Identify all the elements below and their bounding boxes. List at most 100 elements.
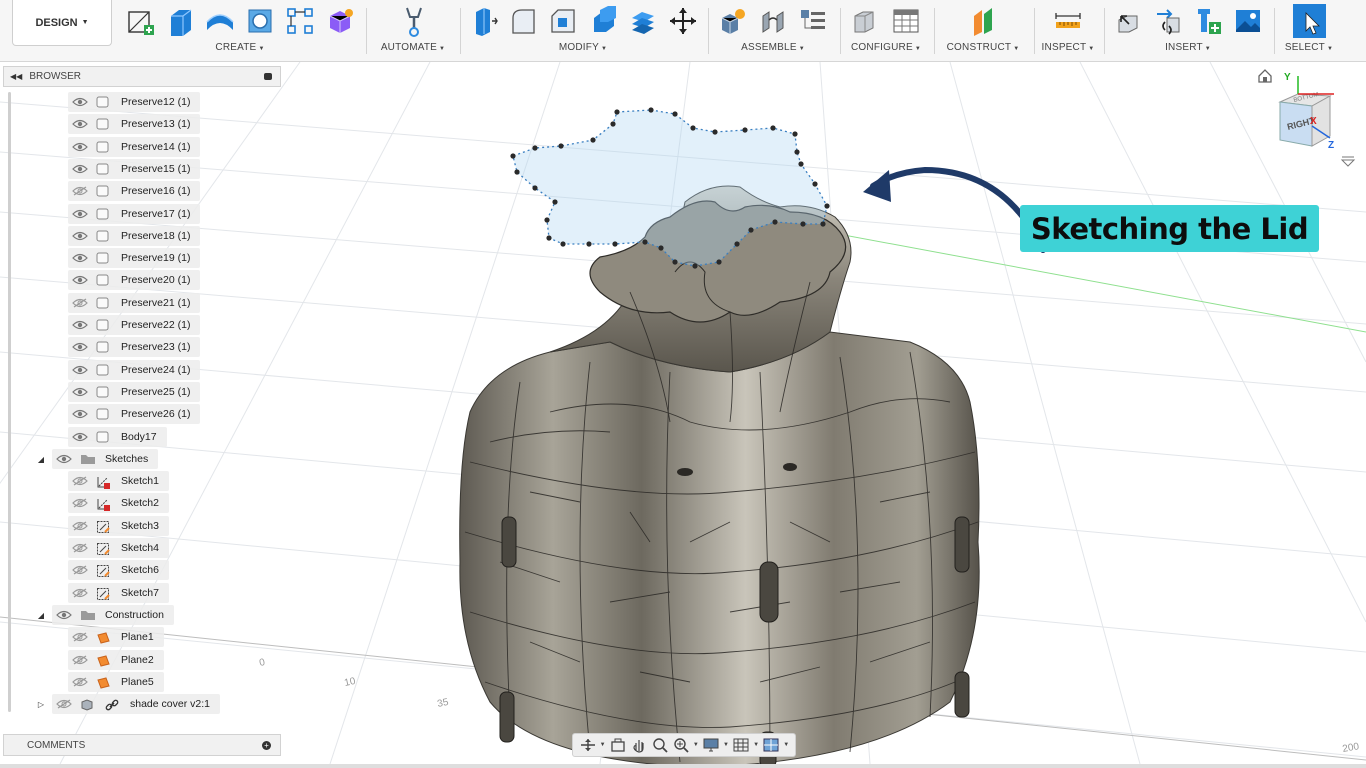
hidden-eye-icon[interactable] (72, 298, 88, 308)
tree-row-pill[interactable]: Preserve26 (1) (68, 404, 201, 424)
chevron-down-icon[interactable]: ▼ (693, 737, 699, 753)
expand-arrow-icon[interactable]: ▷ (36, 700, 46, 709)
hidden-eye-icon[interactable] (72, 565, 88, 575)
hidden-eye-icon[interactable] (72, 498, 88, 508)
visibility-eye-icon[interactable] (72, 97, 88, 107)
tree-row-pill[interactable]: Preserve21 (1) (68, 293, 201, 313)
automate-group[interactable]: AUTOMATE ▼ (372, 0, 454, 58)
hidden-eye-icon[interactable] (56, 699, 72, 709)
tree-row-pill[interactable]: Sketch4 (68, 538, 169, 558)
tree-row-pill[interactable]: Preserve20 (1) (68, 270, 201, 290)
browser-body-item[interactable]: Preserve20 (1) (68, 270, 201, 290)
tree-row-pill[interactable]: Plane5 (68, 672, 164, 692)
inspect-group[interactable]: INSPECT ▼ (1038, 0, 1098, 58)
tree-row-pill[interactable]: Sketch1 (68, 471, 169, 491)
shell-icon[interactable] (586, 4, 620, 38)
offset-plane-icon[interactable] (966, 4, 1000, 38)
insert-derive-icon[interactable] (1111, 4, 1145, 38)
workspace-switcher[interactable]: DESIGN ▼ (12, 0, 112, 46)
orbit-icon[interactable] (579, 737, 597, 753)
tree-row-pill[interactable]: Body17 (68, 427, 167, 447)
visibility-eye-icon[interactable] (72, 432, 88, 442)
tree-row-pill[interactable]: Preserve14 (1) (68, 137, 201, 157)
press-pull-icon[interactable] (466, 4, 500, 38)
tree-row-pill[interactable]: Sketch3 (68, 516, 169, 536)
grid-settings-icon[interactable] (732, 737, 750, 753)
visibility-eye-icon[interactable] (72, 119, 88, 129)
browser-sketch-item[interactable]: Sketch2 (68, 493, 169, 513)
visibility-eye-icon[interactable] (56, 454, 72, 464)
tree-row-pill[interactable]: Sketch7 (68, 583, 169, 603)
browser-body-item[interactable]: Preserve17 (1) (68, 204, 201, 224)
configurations-table-icon[interactable] (889, 4, 923, 38)
display-settings-icon[interactable] (702, 737, 720, 753)
fillet-icon[interactable] (506, 4, 540, 38)
browser-folder-construction[interactable]: ◢ Construction (36, 605, 174, 625)
browser-body-item[interactable]: Preserve13 (1) (68, 114, 201, 134)
visibility-eye-icon[interactable] (72, 365, 88, 375)
move-icon[interactable] (666, 4, 700, 38)
hidden-eye-icon[interactable] (72, 655, 88, 665)
tree-row-pill[interactable]: Sketch2 (68, 493, 169, 513)
browser-body-item[interactable]: Preserve18 (1) (68, 226, 201, 246)
browser-body-item[interactable]: Preserve16 (1) (68, 181, 201, 201)
pattern-icon[interactable] (283, 4, 317, 38)
insert-mcmaster-icon[interactable] (1191, 4, 1225, 38)
browser-body-item[interactable]: Preserve24 (1) (68, 360, 201, 380)
look-at-icon[interactable] (609, 737, 627, 753)
tree-row-pill[interactable]: Preserve24 (1) (68, 360, 201, 380)
fit-icon[interactable] (672, 737, 690, 753)
chamfer-icon[interactable] (546, 4, 580, 38)
visibility-eye-icon[interactable] (72, 209, 88, 219)
tree-row-pill[interactable]: Preserve25 (1) (68, 382, 201, 402)
visibility-eye-icon[interactable] (72, 142, 88, 152)
viewcube[interactable]: RIGHT BOTTOM Y X Z (1254, 66, 1364, 170)
joint-icon[interactable] (756, 4, 790, 38)
visibility-eye-icon[interactable] (72, 275, 88, 285)
visibility-eye-icon[interactable] (72, 253, 88, 263)
measure-icon[interactable] (1051, 4, 1085, 38)
tree-row-pill[interactable]: shade cover v2:1 (52, 694, 220, 714)
assemble-group[interactable]: ASSEMBLE ▼ (712, 0, 834, 58)
tree-row-pill[interactable]: Preserve13 (1) (68, 114, 201, 134)
construct-group[interactable]: CONSTRUCT ▼ (938, 0, 1028, 58)
create-sketch-icon[interactable] (123, 4, 157, 38)
hidden-eye-icon[interactable] (72, 543, 88, 553)
browser-body-item[interactable]: Preserve15 (1) (68, 159, 201, 179)
collapse-panel-icon[interactable]: ◀◀ (10, 72, 22, 81)
hidden-eye-icon[interactable] (72, 588, 88, 598)
tree-row-pill[interactable]: Preserve16 (1) (68, 181, 201, 201)
tree-row-pill[interactable]: Plane1 (68, 627, 164, 647)
insert-group[interactable]: INSERT ▼ (1108, 0, 1268, 58)
browser-body-item[interactable]: Preserve25 (1) (68, 382, 201, 402)
visibility-eye-icon[interactable] (56, 610, 72, 620)
split-body-icon[interactable] (626, 4, 660, 38)
tree-row-pill[interactable]: Sketches (52, 449, 159, 469)
chevron-down-icon[interactable]: ▼ (783, 737, 789, 753)
browser-body-item[interactable]: Preserve14 (1) (68, 137, 201, 157)
chevron-down-icon[interactable]: ▼ (600, 737, 606, 753)
visibility-eye-icon[interactable] (72, 320, 88, 330)
pan-icon[interactable] (630, 737, 648, 753)
visibility-eye-icon[interactable] (72, 409, 88, 419)
browser-sketch-item[interactable]: Sketch6 (68, 560, 169, 580)
hidden-eye-icon[interactable] (72, 632, 88, 642)
chevron-down-icon[interactable]: ▼ (753, 737, 759, 753)
collapse-arrow-icon[interactable]: ◢ (36, 455, 46, 464)
zoom-icon[interactable] (651, 737, 669, 753)
hidden-eye-icon[interactable] (72, 677, 88, 687)
browser-body-item[interactable]: Preserve26 (1) (68, 404, 201, 424)
visibility-eye-icon[interactable] (72, 231, 88, 241)
browser-body-item[interactable]: Preserve23 (1) (68, 337, 201, 357)
revolve-icon[interactable] (203, 4, 237, 38)
automate-icon[interactable] (396, 4, 430, 38)
component-table-icon[interactable] (796, 4, 830, 38)
tree-row-pill[interactable]: Construction (52, 605, 174, 625)
modify-group[interactable]: MODIFY ▼ (464, 0, 702, 58)
browser-sketch-item[interactable]: Sketch4 (68, 538, 169, 558)
browser-sketch-item[interactable]: Sketch7 (68, 583, 169, 603)
tree-row-pill[interactable]: Preserve19 (1) (68, 248, 201, 268)
browser-plane-item[interactable]: Plane2 (68, 650, 164, 670)
browser-sketch-item[interactable]: Sketch1 (68, 471, 169, 491)
viewports-icon[interactable] (762, 737, 780, 753)
